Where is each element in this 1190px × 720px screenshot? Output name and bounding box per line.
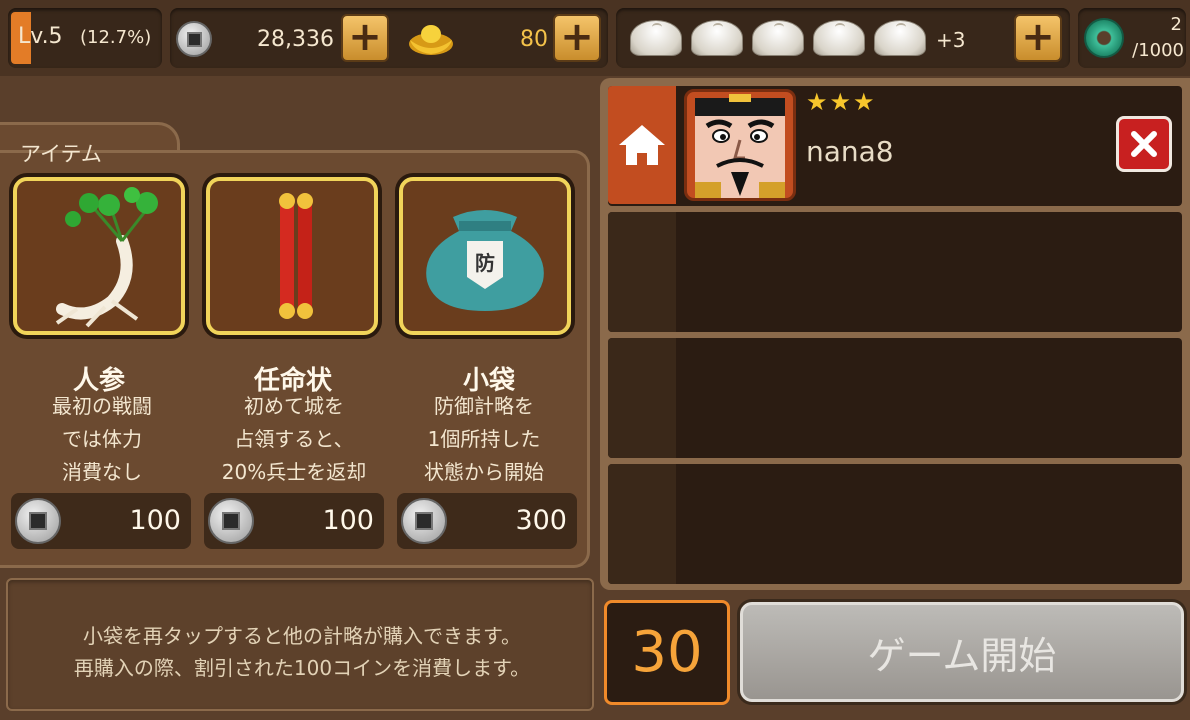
countdown-timer: 30 (604, 600, 730, 705)
bun-icon (691, 20, 743, 56)
player-slot-3[interactable] (608, 338, 1182, 458)
items-title: アイテム (20, 142, 102, 166)
item-price: 100 (129, 505, 181, 536)
avatar (684, 89, 796, 201)
item-card-ginseng[interactable] (13, 177, 185, 335)
ginseng-icon (55, 187, 158, 328)
coin-icon (208, 498, 254, 544)
desc-line: 防御計略を (434, 394, 534, 418)
gold-count: 80 (520, 27, 548, 52)
item-card-pouch[interactable]: 防 (399, 177, 571, 335)
gold-ingot-icon (409, 25, 453, 55)
item-price: 100 (322, 505, 374, 536)
player-slot-4[interactable] (608, 464, 1182, 584)
item-desc-ginseng: 最初の戦闘 では体力 消費なし (2, 390, 202, 489)
player-name: nana8 (806, 135, 894, 168)
coin-icon (176, 21, 212, 57)
item-desc-pouch: 防御計略を 1個所持した 状態から開始 (384, 390, 584, 489)
coin-count: 28,336 (257, 27, 334, 52)
bun-icon (813, 20, 865, 56)
desc-line: 初めて城を (244, 394, 344, 418)
desc-line: 最初の戦闘 (52, 394, 152, 418)
desc-line: 占領すると、 (234, 427, 354, 451)
start-game-button[interactable]: ゲーム開始 (740, 602, 1184, 702)
jade-count: 2 (1170, 14, 1182, 35)
home-button[interactable] (608, 86, 676, 204)
item-desc-appointment: 初めて城を 占領すると、 20%兵士を返却 (194, 390, 394, 489)
close-icon (1131, 131, 1157, 157)
bun-icon (752, 20, 804, 56)
pouch-badge: 防 (475, 251, 495, 275)
bun-icon (630, 20, 682, 56)
level-label: Lv.5 (18, 24, 63, 49)
add-coins-button[interactable]: + (341, 14, 389, 62)
level-percent: (12.7%) (80, 27, 152, 48)
desc-line: では体力 (62, 427, 142, 451)
price-box-appointment: 100 (204, 493, 384, 549)
plus-icon: + (348, 13, 382, 60)
jade-max: /1000 (1132, 40, 1184, 61)
add-gold-button[interactable]: + (553, 14, 601, 62)
desc-line: 消費なし (62, 460, 142, 484)
bun-icon (874, 20, 926, 56)
coin-icon (15, 498, 61, 544)
remove-player-button[interactable] (1116, 116, 1172, 172)
hint-box: 小袋を再タップすると他の計略が購入できます。 再購入の際、割引された100コイン… (6, 578, 594, 711)
bun-extra-count: +3 (936, 28, 966, 52)
desc-line: 状態から開始 (424, 460, 544, 484)
top-bar: Lv.5 (12.7%) 28,336 + 80 + +3 + 2 /1000 (0, 0, 1190, 76)
plus-icon: + (560, 13, 594, 60)
scroll-icon (279, 193, 313, 319)
item-price: 300 (515, 505, 567, 536)
price-box-ginseng: 100 (11, 493, 191, 549)
add-stamina-button[interactable]: + (1014, 14, 1062, 62)
jade-icon (1084, 18, 1124, 58)
general-portrait-icon (695, 94, 785, 198)
coin-icon (401, 498, 447, 544)
item-card-appointment[interactable] (206, 177, 378, 335)
pouch-icon: 防 (426, 210, 544, 311)
hint-line-2: 再購入の際、割引された100コインを消費します。 (73, 656, 531, 680)
rank-stars: ★★★ (806, 88, 877, 116)
plus-icon: + (1021, 13, 1055, 60)
price-box-pouch: 300 (397, 493, 577, 549)
player-slot-2[interactable] (608, 212, 1182, 332)
desc-line: 20%兵士を返却 (221, 460, 367, 484)
hint-line-1: 小袋を再タップすると他の計略が購入できます。 (83, 624, 521, 648)
desc-line: 1個所持した (427, 427, 541, 451)
home-icon (619, 125, 665, 165)
